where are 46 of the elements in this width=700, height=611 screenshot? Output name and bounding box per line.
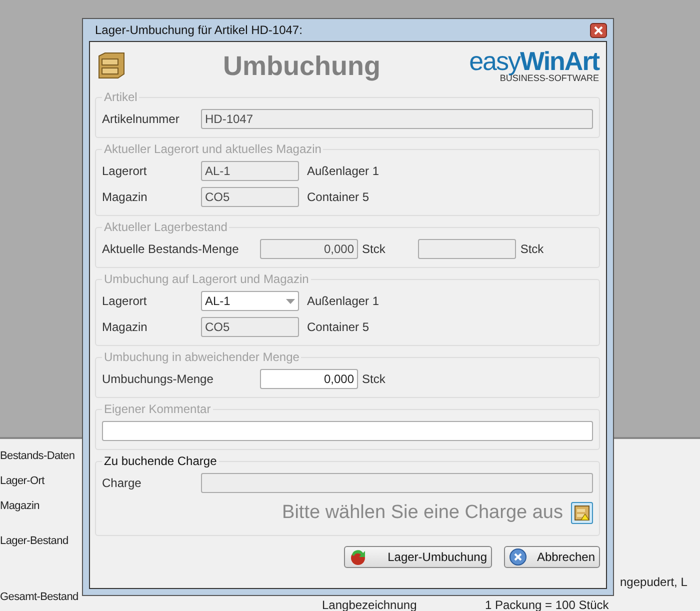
cancel-button[interactable]: Abbrechen: [504, 546, 600, 568]
field-label: Magazin: [102, 190, 148, 204]
group-title: Eigener Kommentar: [103, 402, 212, 416]
field-description: Außenlager 1: [307, 294, 380, 308]
select-batch-button[interactable]: [571, 502, 593, 524]
close-button[interactable]: [590, 22, 607, 38]
number-field[interactable]: 0,000: [260, 369, 358, 389]
dropdown[interactable]: AL-1: [201, 291, 299, 311]
field-label: Artikelnummer: [102, 112, 180, 126]
field-label: Lagerort: [102, 294, 148, 308]
refresh-icon: [349, 548, 367, 566]
field-label: Umbuchungs-Menge: [102, 372, 214, 386]
group-title: Umbuchung auf Lagerort und Magazin: [103, 272, 310, 286]
unit-label: Stck: [362, 242, 386, 256]
unit-label: Stck: [520, 242, 544, 256]
unit-label: Stck: [362, 372, 386, 386]
field-description: Container 5: [307, 320, 370, 334]
logo-tagline: BUSINESS-SOFTWARE: [500, 73, 599, 83]
field-label: Magazin: [102, 320, 148, 334]
group-title: Aktueller Lagerbestand: [103, 220, 228, 234]
close-icon: [594, 26, 603, 34]
dialog-heading: Umbuchung: [223, 50, 380, 82]
brand-logo: easyWinArt: [469, 49, 599, 73]
comment-field[interactable]: [102, 421, 593, 441]
field-label: Charge: [102, 476, 142, 490]
group-title: Artikel: [103, 90, 138, 104]
window-title: Lager-Umbuchung für Artikel HD-1047:: [94, 23, 302, 37]
group-title: Zu buchende Charge: [103, 454, 218, 468]
cell-text: ngepudert, L: [620, 575, 688, 589]
field-label: Lagerort: [102, 164, 148, 178]
shelf-warning-icon: [574, 505, 590, 521]
cancel-icon: [509, 548, 527, 566]
shelf-icon: [97, 52, 125, 80]
group-title: Umbuchung in abweichender Menge: [103, 350, 300, 364]
transfer-button[interactable]: Lager-Umbuchung: [344, 546, 492, 568]
group-title: Aktueller Lagerort und aktuelles Magazin: [103, 142, 322, 156]
field-label: Aktuelle Bestands-Menge: [102, 242, 240, 256]
field-description: Außenlager 1: [307, 164, 380, 178]
field-label: Lager-Bestand: [0, 534, 70, 548]
field-label: Bestands-Daten: [0, 449, 76, 463]
field-label: Lager-Ort: [0, 474, 46, 488]
hint-text: Bitte wählen Sie eine Charge aus: [282, 502, 563, 524]
dropdown-arrow-icon: [286, 298, 295, 304]
field-label: Gesamt-Bestand: [0, 590, 80, 604]
field-label: Magazin: [0, 499, 40, 513]
field-description: Container 5: [307, 190, 370, 204]
